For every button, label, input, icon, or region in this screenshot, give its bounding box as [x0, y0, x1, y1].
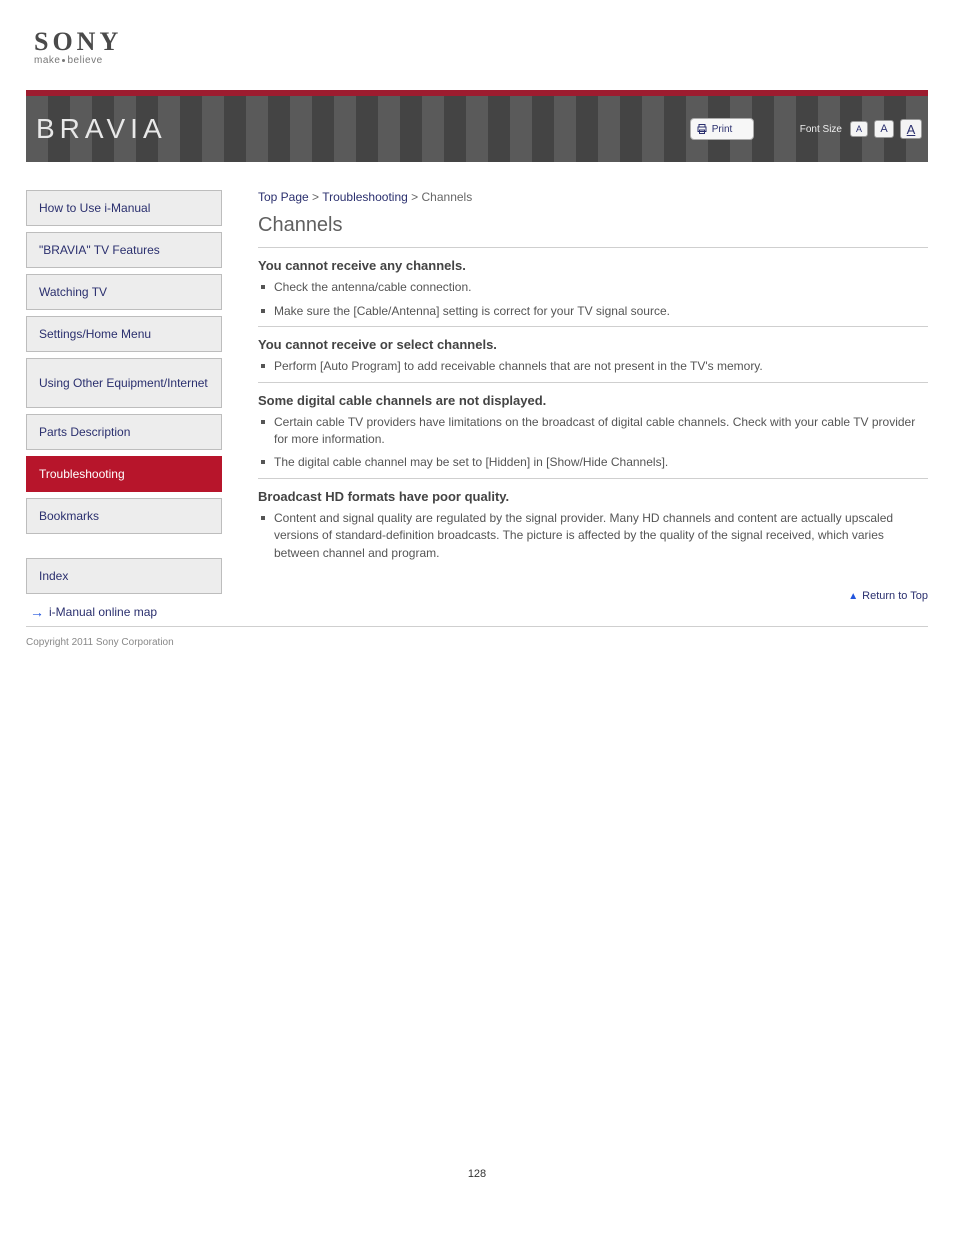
faq-question: Some digital cable channels are not disp… — [258, 393, 928, 408]
sidebar-item-label: Bookmarks — [39, 509, 99, 523]
font-size-small-button[interactable]: A — [850, 121, 868, 137]
divider — [258, 478, 928, 479]
sidebar-item-index[interactable]: Index — [26, 558, 222, 594]
tagline-part: make — [34, 55, 60, 66]
sidebar-item-label: Settings/Home Menu — [39, 327, 151, 341]
breadcrumb: Top Page > Troubleshooting > Channels — [258, 190, 928, 204]
return-to-top-link[interactable]: ▲ Return to Top — [258, 590, 928, 602]
faq-answer: Certain cable TV providers have limitati… — [258, 414, 928, 449]
page-title: Channels — [258, 214, 928, 237]
faq-answer: Check the antenna/cable connection. — [258, 279, 928, 296]
return-to-top-label: Return to Top — [862, 590, 928, 602]
online-map-link[interactable]: → i-Manual online map — [30, 604, 222, 620]
print-button[interactable]: Print — [690, 118, 754, 140]
faq-answer: Perform [Auto Program] to add receivable… — [258, 358, 928, 375]
breadcrumb-current: Channels — [422, 190, 473, 204]
sidebar-item-label: Using Other Equipment/Internet — [39, 376, 208, 390]
online-map-label: i-Manual online map — [49, 605, 157, 619]
brand-logo: SONY make believe — [34, 30, 928, 66]
divider — [258, 326, 928, 327]
sidebar-item-watching-tv[interactable]: Watching TV — [26, 274, 222, 310]
header-banner: BRAVIA Print Font Size A A A — [26, 96, 928, 162]
main-content: Top Page > Troubleshooting > Channels Ch… — [258, 190, 928, 620]
faq-question: You cannot receive any channels. — [258, 258, 928, 273]
sidebar-item-other-equipment[interactable]: Using Other Equipment/Internet — [26, 358, 222, 408]
print-icon — [696, 123, 708, 135]
sidebar-item-bookmarks[interactable]: Bookmarks — [26, 498, 222, 534]
print-label: Print — [712, 124, 733, 135]
sidebar-nav: How to Use i-Manual "BRAVIA" TV Features… — [26, 190, 222, 620]
brand-tagline: make believe — [34, 55, 928, 66]
sidebar-item-label: Index — [39, 569, 68, 583]
sidebar-item-troubleshooting[interactable]: Troubleshooting — [26, 456, 222, 492]
sidebar-item-label: How to Use i-Manual — [39, 201, 150, 215]
footer-divider — [26, 626, 928, 627]
faq-question: Broadcast HD formats have poor quality. — [258, 489, 928, 504]
dot-icon — [62, 59, 65, 62]
brand-wordmark: SONY — [34, 30, 928, 53]
sidebar-item-label: "BRAVIA" TV Features — [39, 243, 160, 257]
triangle-up-icon: ▲ — [848, 591, 858, 602]
breadcrumb-section[interactable]: Troubleshooting — [322, 190, 408, 204]
page-number: 128 — [26, 1168, 928, 1180]
faq-answer: The digital cable channel may be set to … — [258, 454, 928, 471]
sidebar-item-label: Parts Description — [39, 425, 130, 439]
divider — [258, 247, 928, 248]
sidebar-item-parts[interactable]: Parts Description — [26, 414, 222, 450]
sidebar-item-label: Watching TV — [39, 285, 107, 299]
font-size-label: Font Size — [800, 124, 842, 135]
tagline-part: believe — [67, 55, 102, 66]
arrow-right-icon: → — [30, 604, 44, 620]
faq-question: You cannot receive or select channels. — [258, 337, 928, 352]
copyright: Copyright 2011 Sony Corporation — [26, 637, 928, 648]
font-size-large-button[interactable]: A — [900, 119, 922, 139]
font-size-medium-button[interactable]: A — [874, 120, 894, 138]
sidebar-item-settings[interactable]: Settings/Home Menu — [26, 316, 222, 352]
sidebar-item-label: Troubleshooting — [39, 467, 125, 481]
product-name: BRAVIA — [36, 113, 167, 145]
faq-answer: Make sure the [Cable/Antenna] setting is… — [258, 303, 928, 320]
faq-answer: Content and signal quality are regulated… — [258, 510, 928, 562]
sidebar-item-how-to-use[interactable]: How to Use i-Manual — [26, 190, 222, 226]
breadcrumb-root[interactable]: Top Page — [258, 190, 309, 204]
divider — [258, 382, 928, 383]
sidebar-item-features[interactable]: "BRAVIA" TV Features — [26, 232, 222, 268]
